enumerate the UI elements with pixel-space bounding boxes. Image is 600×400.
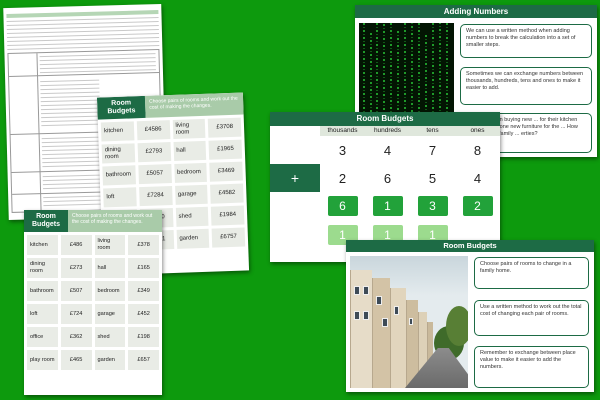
worksheet-title: Room Budgets (24, 210, 68, 232)
header-tens: tens (426, 127, 439, 134)
room-price: £362 (60, 327, 92, 347)
room-name: hall (173, 140, 207, 161)
answer-digit: 3 (417, 196, 448, 216)
header-ones: ones (470, 127, 485, 134)
room-name: play room (27, 350, 58, 370)
room-price: £4582 (210, 183, 244, 204)
answer-digit: 6 (327, 196, 358, 216)
place-value-headers: thousands hundreds tens ones (270, 126, 500, 136)
room-price: £507 (60, 281, 92, 301)
room-price: £6757 (211, 227, 246, 248)
slide-title: Adding Numbers (355, 5, 597, 18)
digit: 6 (383, 170, 392, 186)
answer-digit: 2 (462, 196, 493, 216)
terraced-houses-photo (350, 256, 468, 388)
room-price: £452 (128, 304, 159, 324)
room-price: £1965 (208, 139, 243, 160)
room-price: £349 (128, 281, 159, 301)
room-name: bedroom (173, 162, 208, 183)
room-name: garden (176, 228, 210, 249)
info-bubble: Use a written method to work out the tot… (474, 300, 589, 336)
room-name: kitchen (27, 235, 58, 255)
room-price: £465 (60, 350, 92, 370)
room-price: £3469 (209, 161, 243, 182)
info-bubble: Choose pairs of rooms to change in a fam… (474, 257, 589, 289)
room-name: kitchen (100, 121, 135, 142)
digit: 4 (473, 170, 482, 186)
digit: 2 (338, 170, 347, 186)
room-price-grid: kitchen £486 living room £378 dining room £27… (24, 232, 162, 373)
room-price: £2793 (137, 142, 171, 163)
room-price: £273 (60, 258, 92, 278)
worksheet-instruction: Choose pairs of rooms and work out the c… (68, 210, 162, 232)
digit: 8 (473, 142, 482, 158)
room-name: living room (172, 118, 206, 139)
room-price: £657 (128, 350, 159, 370)
room-name: living room (94, 235, 126, 255)
room-price: £7284 (138, 186, 173, 207)
answer-digit: 1 (372, 196, 403, 216)
slide-title: Room Budgets (270, 112, 500, 126)
room-name: office (27, 327, 58, 347)
room-name: bedroom (94, 281, 126, 301)
room-name: bathroom (27, 281, 58, 301)
digit: 5 (428, 170, 437, 186)
room-name: loft (103, 187, 137, 208)
room-price: £3708 (207, 117, 242, 138)
room-name: garden (94, 350, 126, 370)
slide-title: Room Budgets (346, 240, 594, 252)
room-name: garage (94, 304, 126, 324)
room-name: bathroom (102, 165, 136, 186)
room-price: £198 (128, 327, 159, 347)
info-bubble: We can use a written method when adding … (460, 24, 592, 58)
room-price: £165 (128, 258, 159, 278)
header-thousands: thousands (327, 127, 358, 134)
room-price: £486 (60, 235, 92, 255)
digit: 3 (338, 142, 347, 158)
worksheet-instruction: Choose pairs of rooms and work out the c… (144, 92, 244, 118)
header-hundreds: hundreds (373, 127, 402, 134)
room-name: dining room (101, 143, 135, 164)
room-price: £378 (128, 235, 159, 255)
info-bubble: Remember to exchange between place value… (474, 346, 589, 388)
info-bubble: Sometimes we can exchange numbers betwee… (460, 67, 592, 105)
room-name: loft (27, 304, 58, 324)
answer-row: 6 1 3 2 (270, 192, 500, 220)
room-price: £724 (60, 304, 92, 324)
room-price: £1984 (211, 205, 245, 226)
slide-room-budgets-photo: Room Budgets Choose pairs of rooms to ch… (346, 240, 594, 392)
room-name: shed (175, 206, 209, 227)
room-price: £4586 (136, 120, 170, 141)
plus-operator: + (270, 164, 320, 192)
room-name: hall (94, 258, 126, 278)
room-name: dining room (27, 258, 58, 278)
worksheet-three-digit: Room Budgets Choose pairs of rooms and w… (24, 210, 162, 395)
second-addend-row: + 2 6 5 4 (270, 164, 500, 192)
room-name: garage (174, 184, 208, 205)
digit: 7 (428, 142, 437, 158)
room-price: £5057 (138, 164, 172, 185)
digit: 4 (383, 142, 392, 158)
worksheet-title: Room Budgets (96, 95, 146, 120)
room-name: shed (94, 327, 126, 347)
first-addend-row: 3 4 7 8 (270, 136, 500, 164)
